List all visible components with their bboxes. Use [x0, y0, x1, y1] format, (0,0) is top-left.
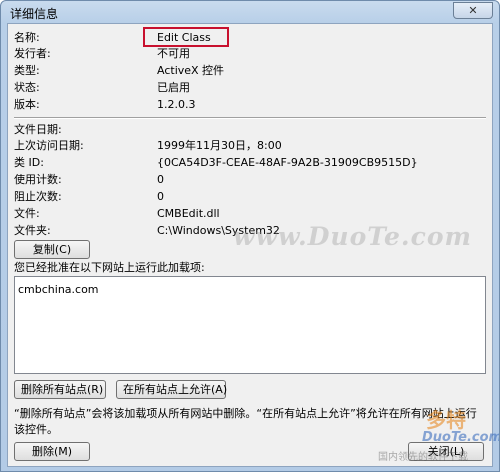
file-value: 0 [157, 173, 164, 186]
file-label: 阻止次数: [14, 190, 62, 203]
property-value: 不可用 [157, 47, 190, 60]
file-value: {0CA54D3F-CEAE-48AF-9A2B-31909CB9515D} [157, 156, 418, 169]
name-highlight-box [143, 27, 229, 47]
property-label: 发行者: [14, 47, 51, 60]
property-label: 版本: [14, 98, 40, 111]
approved-sites-list[interactable]: cmbchina.com [14, 276, 486, 374]
property-value: 1.2.0.3 [157, 98, 196, 111]
title-bar: 详细信息 ✕ [1, 1, 499, 23]
file-value: 0 [157, 190, 164, 203]
sites-label-text: 您已经批准在以下网站上运行此加载项: [14, 261, 205, 274]
file-label: 类 ID: [14, 156, 44, 169]
file-label: 上次访问日期: [14, 139, 84, 152]
separator [14, 117, 486, 119]
delete-button[interactable]: 删除(M) [14, 442, 90, 461]
file-value: CMBEdit.dll [157, 207, 220, 220]
delete-all-sites-button[interactable]: 删除所有站点(R) [14, 380, 106, 399]
allow-all-sites-button[interactable]: 在所有站点上允许(A) [116, 380, 227, 399]
file-label: 文件日期: [14, 123, 62, 136]
dialog-content: 名称: Edit Class 发行者: 不可用 类型: ActiveX 控件 状… [7, 23, 499, 467]
file-value: C:\Windows\System32 [157, 224, 280, 237]
file-label: 文件夹: [14, 224, 51, 237]
help-note: “删除所有站点”会将该加载项从所有网站中删除。“在所有站点上允许”将允许在所有网… [14, 407, 477, 436]
window-title: 详细信息 [10, 7, 59, 21]
property-value: ActiveX 控件 [157, 64, 225, 77]
details-dialog: 详细信息 ✕ 名称: Edit Class 发行者: 不可用 类型: Activ… [0, 0, 500, 472]
close-window-button[interactable]: ✕ [453, 2, 493, 19]
list-item[interactable]: cmbchina.com [18, 283, 99, 296]
copy-button[interactable]: 复制(C) [14, 240, 90, 259]
file-label: 使用计数: [14, 173, 62, 186]
property-value: 已启用 [157, 81, 190, 94]
close-button[interactable]: 关闭(L) [408, 442, 484, 461]
close-icon: ✕ [468, 4, 478, 17]
property-label: 类型: [14, 64, 40, 77]
property-label: 状态: [14, 81, 40, 94]
file-label: 文件: [14, 207, 40, 220]
file-value: 1999年11月30日，8:00 [157, 139, 282, 152]
property-label: 名称: [14, 31, 40, 44]
